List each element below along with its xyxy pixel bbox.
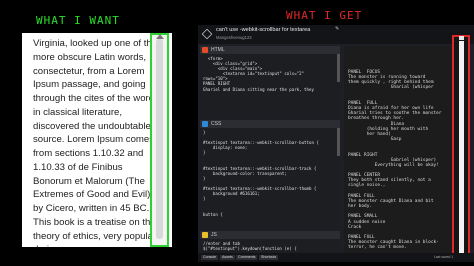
want-heading: WHAT I WANT [36,14,120,27]
pen-footer: Console Assets Comments Shortcuts Last s… [198,253,474,262]
comments-button[interactable]: Comments [236,255,258,260]
pen-title: can't use -webkit-scrollbar for textarea [216,27,311,33]
preview-scroll-up-button[interactable] [459,36,464,40]
css-code[interactable]: } #textinput textarea::-webkit-scrollbar… [200,128,340,219]
want-textarea-text: Virginia, looked up one of the more obsc… [33,38,157,247]
last-saved-status: Last saved 1 [434,255,454,259]
js-code[interactable]: //enter and tab $("#textinput").keydown(… [200,239,340,253]
editors-column: HTML <form> <div class="grid"> <div clas… [200,46,340,255]
preview-scrollbar-track[interactable] [452,35,470,261]
result-preview: PANEL FOCUS The monster is running towar… [344,46,462,255]
codepen-window: can't use -webkit-scrollbar for textarea… [198,25,474,262]
js-badge-icon [202,232,208,238]
html-editor-scrollbar[interactable] [337,54,340,82]
edit-pencil-icon[interactable]: ✎ [335,26,339,32]
get-heading: WHAT I GET [286,9,363,22]
css-editor[interactable]: CSS } #textinput textarea::-webkit-scrol… [200,120,340,230]
preview-scrollbar-thumb[interactable] [459,41,464,253]
css-editor-scrollbar[interactable] [337,128,340,156]
pen-author[interactable]: Mangeshvenug123 [216,35,252,40]
js-editor-label: JS [211,232,217,238]
css-editor-label: CSS [211,121,222,127]
want-scrollbar-thumb[interactable] [156,39,163,239]
js-editor[interactable]: JS //enter and tab $("#textinput").keydo… [200,231,340,255]
pen-header: can't use -webkit-scrollbar for textarea… [198,25,474,44]
preview-textarea-text[interactable]: PANEL FOCUS The monster is running towar… [348,70,453,250]
codepen-logo-icon[interactable] [201,28,213,40]
html-editor-header: HTML [200,46,340,54]
html-editor-label: HTML [211,47,225,53]
css-badge-icon [202,121,208,127]
want-scrollbar-track[interactable] [150,33,169,247]
assets-button[interactable]: Assets [220,255,235,260]
html-badge-icon [202,47,208,53]
css-editor-header: CSS [200,120,340,128]
shortcuts-button[interactable]: Shortcuts [259,255,279,260]
js-editor-header: JS [200,231,340,239]
html-editor[interactable]: HTML <form> <div class="grid"> <div clas… [200,46,340,119]
html-code[interactable]: <form> <div class="grid"> <div class="ma… [200,54,340,94]
console-button[interactable]: Console [201,255,219,260]
